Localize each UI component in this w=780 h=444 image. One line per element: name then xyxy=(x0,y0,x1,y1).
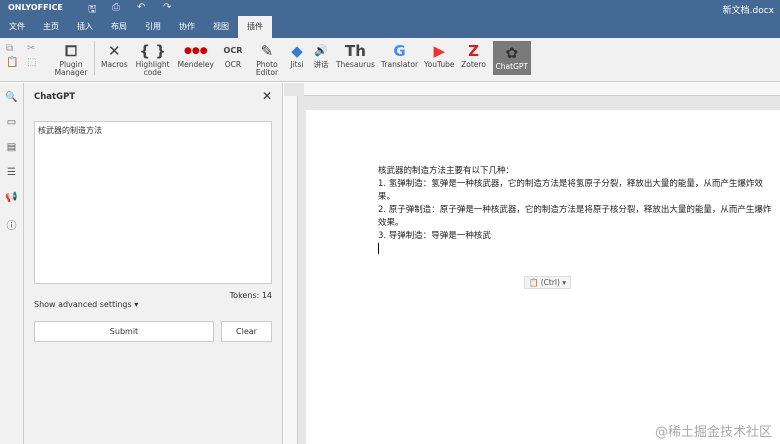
paste-options-button[interactable]: 📋 (Ctrl) ▾ xyxy=(524,276,572,289)
comments-icon[interactable]: ▭ xyxy=(0,117,23,128)
document-area: 核武器的制造方法主要有以下几种： 1. 氢弹制造：氢弹是一种核武器，它的制造方法… xyxy=(284,83,780,444)
doc-paragraph: 1. 氢弹制造：氢弹是一种核武器，它的制造方法是将氢原子分裂，释放出大量的能量，… xyxy=(378,179,763,202)
paste-icon[interactable]: 📋 xyxy=(6,57,24,68)
puzzle-icon: ⧠ xyxy=(64,42,77,60)
info-icon[interactable]: ⓘ xyxy=(0,217,23,232)
navigation-icon[interactable]: ▤ xyxy=(0,142,23,153)
feedback-icon[interactable]: 📢 xyxy=(0,192,23,203)
zotero-button[interactable]: Z Zotero xyxy=(461,41,487,69)
translator-button[interactable]: G Translator xyxy=(381,41,418,69)
tab-references[interactable]: 引用 xyxy=(136,16,170,38)
openai-icon: ✿ xyxy=(505,44,519,62)
document-title: 新文档.docx xyxy=(722,6,774,16)
zotero-icon: Z xyxy=(468,42,479,60)
ocr-icon: OCR xyxy=(223,46,243,55)
text-cursor xyxy=(378,243,379,254)
doc-paragraph: 2. 原子弹制造：原子弹是一种核武器，它的制造方法是将原子核分裂，释放出大量的能… xyxy=(378,205,772,228)
redo-icon[interactable]: ↷ xyxy=(163,2,171,13)
tab-plugins[interactable]: 插件 xyxy=(238,16,272,38)
prompt-input[interactable]: 核武器的制造方法 xyxy=(34,121,272,284)
tab-view[interactable]: 视图 xyxy=(204,16,238,38)
copy-icon[interactable]: ⧉ xyxy=(6,43,24,54)
tab-home[interactable]: 主页 xyxy=(34,16,68,38)
close-icon[interactable]: ✕ xyxy=(262,89,272,103)
chatgpt-button[interactable]: ✿ ChatGPT xyxy=(492,41,531,75)
speaker-icon: 🔊 xyxy=(314,44,328,57)
youtube-button[interactable]: ▶ YouTube xyxy=(424,41,455,69)
speech-button[interactable]: 🔊 讲话 xyxy=(312,41,330,69)
doc-paragraph: 3. 导弹制造：导弹是一种核武 xyxy=(378,231,491,241)
headings-icon[interactable]: ☰ xyxy=(0,167,23,178)
translate-icon: G xyxy=(393,42,406,60)
clear-button[interactable]: Clear xyxy=(221,321,272,342)
highlight-code-button[interactable]: { } Highlight code xyxy=(134,41,172,77)
left-sidebar: 🔍 ▭ ▤ ☰ 📢 ⓘ xyxy=(0,83,24,444)
doc-paragraph: 核武器的制造方法主要有以下几种： xyxy=(378,166,515,176)
select-all-icon[interactable]: ⬚ xyxy=(27,57,45,68)
advanced-settings-toggle[interactable]: Show advanced settings ▾ xyxy=(34,300,138,309)
print-icon[interactable]: ⎙ xyxy=(112,2,120,13)
token-count: Tokens: 14 xyxy=(229,291,272,300)
braces-icon: { } xyxy=(139,42,166,60)
tab-collaboration[interactable]: 协作 xyxy=(170,16,204,38)
vertical-ruler[interactable] xyxy=(284,96,298,444)
panel-title: ChatGPT xyxy=(34,92,76,102)
watermark: @稀土掘金技术社区 xyxy=(654,425,772,440)
document-page[interactable]: 核武器的制造方法主要有以下几种： 1. 氢弹制造：氢弹是一种核武器，它的制造方法… xyxy=(306,110,780,444)
submit-button[interactable]: Submit xyxy=(34,321,214,342)
photo-editor-button[interactable]: ✎ Photo Editor xyxy=(252,41,282,77)
plugin-manager-button[interactable]: ⧠ Plugin Manager xyxy=(54,41,88,77)
macros-button[interactable]: ✕ Macros xyxy=(101,41,128,69)
tab-file[interactable]: 文件 xyxy=(0,16,34,38)
undo-icon[interactable]: ↶ xyxy=(137,2,145,13)
divider xyxy=(94,41,95,75)
chatgpt-panel: ChatGPT ✕ 核武器的制造方法 Tokens: 14 Show advan… xyxy=(24,83,283,444)
logo: ONLYOFFICE xyxy=(8,3,63,12)
horizontal-ruler[interactable] xyxy=(304,83,780,96)
title-bar: ONLYOFFICE 🖫 ⎙ ↶ ↷ 新文档.docx 文件 主页 插入 布局 … xyxy=(0,0,780,38)
mendeley-icon: ●●● xyxy=(184,46,208,56)
thesaurus-button[interactable]: Th Thesaurus xyxy=(336,41,375,69)
tools-icon: ✕ xyxy=(108,42,121,60)
youtube-icon: ▶ xyxy=(433,42,446,60)
jitsi-icon: ◆ xyxy=(291,42,303,60)
thesaurus-icon: Th xyxy=(344,42,366,60)
tab-layout[interactable]: 布局 xyxy=(102,16,136,38)
cut-icon[interactable]: ✂ xyxy=(27,43,45,54)
plugins-toolbar: ⧉ ✂ 📋 ⬚ ⧠ Plugin Manager ✕ Macros { } Highlig… xyxy=(0,38,780,82)
photo-edit-icon: ✎ xyxy=(260,42,274,60)
tab-insert[interactable]: 插入 xyxy=(68,16,102,38)
search-icon[interactable]: 🔍 xyxy=(0,92,23,103)
jitsi-button[interactable]: ◆ Jitsi xyxy=(288,41,306,69)
ocr-button[interactable]: OCR OCR xyxy=(220,41,246,69)
mendeley-button[interactable]: ●●● Mendeley xyxy=(178,41,214,69)
